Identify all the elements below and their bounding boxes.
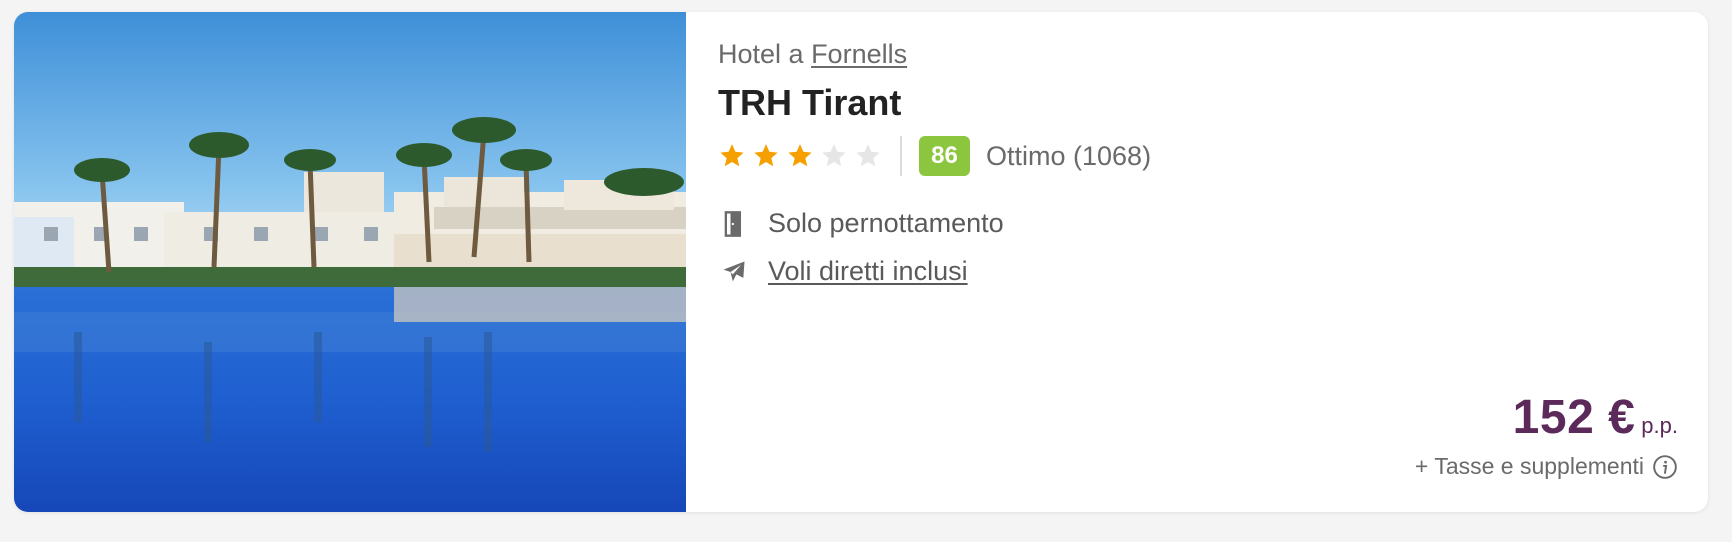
star-filled-icon <box>720 144 744 167</box>
price-unit: p.p. <box>1641 413 1678 438</box>
location-city-link[interactable]: Fornells <box>811 39 907 69</box>
info-icon[interactable] <box>1652 454 1678 480</box>
hotel-photo[interactable] <box>14 12 686 512</box>
price-amount: 152 € <box>1512 391 1636 444</box>
feature-flights: Voli diretti inclusi <box>718 256 968 287</box>
hotel-location: Hotel a Fornells <box>718 39 907 70</box>
feature-board: Solo pernottamento <box>718 208 1004 239</box>
taxes-note: + Tasse e supplementi <box>1415 453 1678 480</box>
rating-row: 86 Ottimo (1068) <box>718 131 1151 181</box>
price-block: 152 € p.p. + Tasse e supplementi <box>1415 390 1678 480</box>
flights-link[interactable]: Voli diretti inclusi <box>768 256 968 287</box>
hotel-card[interactable]: Hotel a Fornells TRH Tirant 86 Ottimo (1… <box>14 12 1708 512</box>
star-empty-icon <box>856 144 880 167</box>
star-empty-icon <box>822 144 846 167</box>
taxes-label: + Tasse e supplementi <box>1414 453 1644 479</box>
hotel-info: Hotel a Fornells TRH Tirant 86 Ottimo (1… <box>718 12 1708 512</box>
board-label: Solo pernottamento <box>768 208 1004 238</box>
review-summary[interactable]: Ottimo (1068) <box>986 141 1151 172</box>
plane-icon <box>723 261 745 281</box>
door-icon <box>724 210 741 237</box>
rating-divider <box>900 136 902 176</box>
location-prefix: Hotel a <box>718 39 812 69</box>
star-filled-icon <box>788 144 812 167</box>
star-rating <box>718 142 882 170</box>
hotel-name[interactable]: TRH Tirant <box>718 82 901 124</box>
star-filled-icon <box>754 144 778 167</box>
score-badge: 86 <box>919 136 970 176</box>
